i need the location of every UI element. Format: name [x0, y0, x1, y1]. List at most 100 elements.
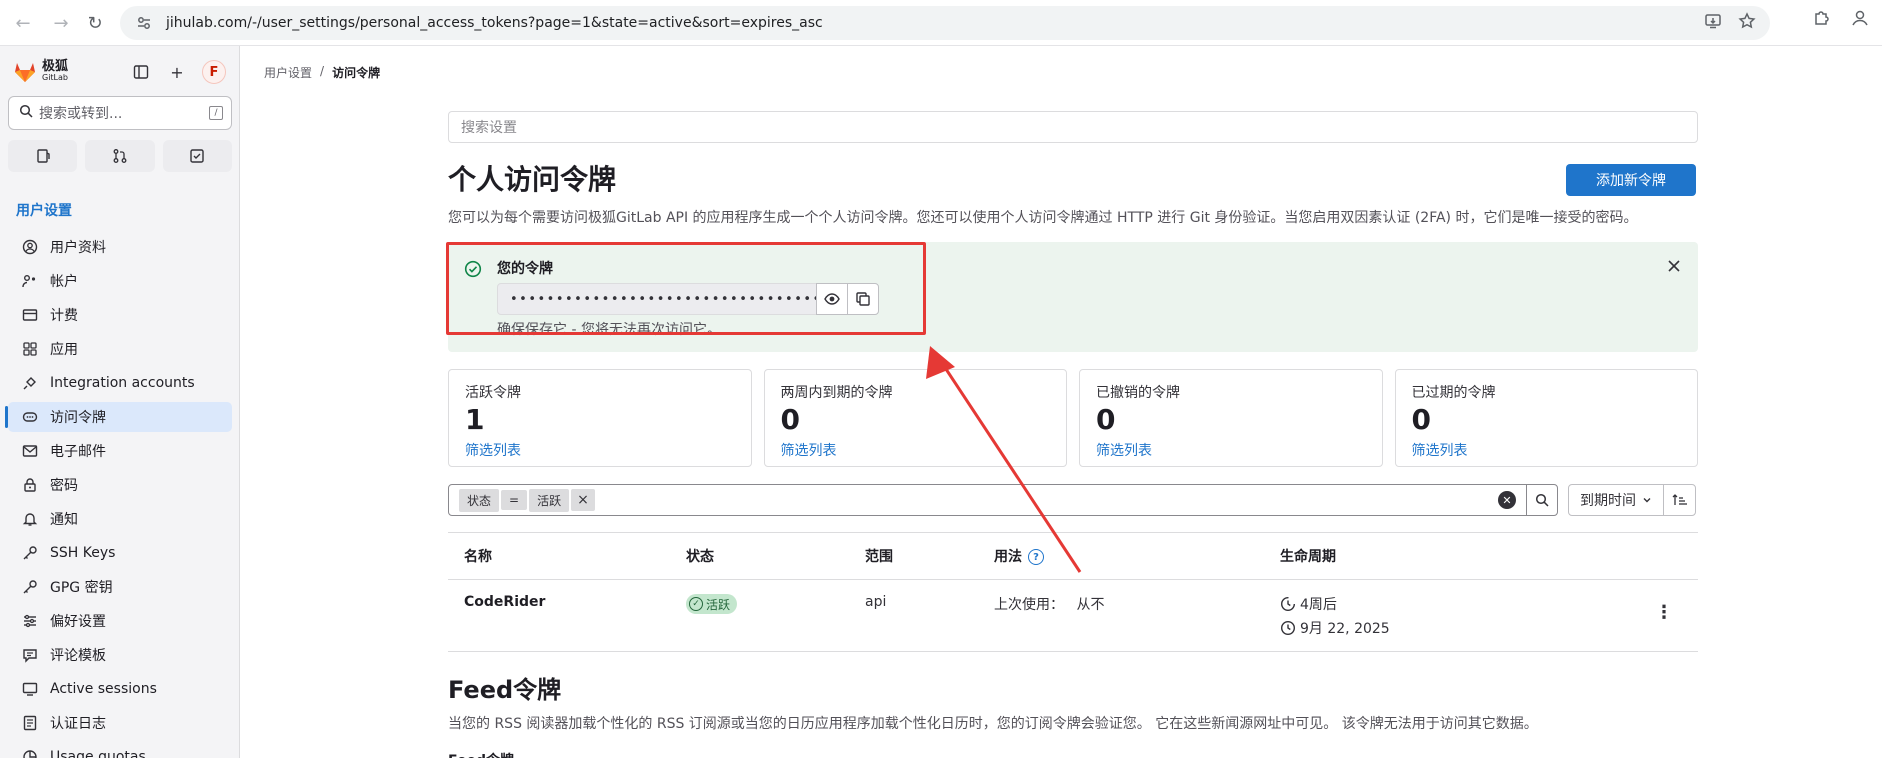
sidebar-item-label: 通知 — [50, 512, 78, 528]
sidebar-item-13[interactable]: Active sessions — [8, 674, 232, 704]
sort-direction-button[interactable] — [1663, 484, 1696, 516]
column-header-lifetime: 生命周期 — [1280, 549, 1336, 565]
sort-field-dropdown[interactable]: 到期时间 — [1568, 484, 1664, 516]
card-icon — [20, 305, 40, 325]
brand-name-cn: 极狐 — [42, 59, 69, 74]
sidebar-item-14[interactable]: 认证日志 — [8, 708, 232, 738]
log-icon — [20, 713, 40, 733]
filter-list-link[interactable]: 筛选列表 — [781, 440, 1051, 460]
row-actions-kebab-icon[interactable]: ⋮ — [1654, 600, 1674, 624]
bookmark-star-icon[interactable] — [1738, 12, 1756, 34]
profile-icon[interactable] — [1850, 8, 1870, 32]
sidebar-item-7[interactable]: 密码 — [8, 470, 232, 500]
sidebar-item-0[interactable]: 用户资料 — [8, 232, 232, 262]
stat-value: 0 — [1096, 403, 1116, 436]
token-stats-row: 活跃令牌 1 筛选列表 两周内到期的令牌 0 筛选列表 已撤销的令牌 0 筛选列表 已过期的令牌 0… — [448, 369, 1698, 467]
sidebar-item-12[interactable]: 评论模板 — [8, 640, 232, 670]
create-new-plus-icon[interactable]: + — [166, 61, 188, 83]
sidebar-item-15[interactable]: Usage quotas — [8, 742, 232, 758]
extensions-icon[interactable] — [1812, 8, 1832, 32]
sidebar-item-10[interactable]: GPG 密钥 — [8, 572, 232, 602]
hourglass-clock-icon — [1280, 596, 1296, 612]
sidebar-item-label: 帐户 — [50, 274, 78, 290]
sidebar-search-button[interactable]: 搜索或转到... / — [8, 96, 232, 130]
token-scope: api — [865, 594, 887, 610]
remove-filter-close-icon[interactable]: × — [571, 489, 595, 511]
token-expiry-date: 9月 22, 2025 — [1280, 618, 1390, 638]
sidebar-item-2[interactable]: 计费 — [8, 300, 232, 330]
stat-card: 已过期的令牌 0 筛选列表 — [1394, 369, 1698, 467]
breadcrumb: 用户设置 / 访问令牌 — [264, 64, 380, 81]
comment-icon — [20, 645, 40, 665]
gitlab-fox-logo-icon[interactable] — [12, 59, 38, 85]
table-header-row: 名称 状态 范围 用法? 生命周期 — [448, 532, 1698, 580]
sidebar-item-4[interactable]: Integration accounts — [8, 368, 232, 398]
sidebar-section-title: 用户设置 — [16, 203, 72, 219]
page-title: 个人访问令牌 — [448, 163, 617, 196]
user-circle-icon — [20, 237, 40, 257]
lock-icon — [20, 475, 40, 495]
page-description: 您可以为每个需要访问极狐GitLab API 的应用程序生成一个个人访问令牌。您… — [448, 210, 1638, 226]
filter-token-key: 状态 — [459, 488, 500, 512]
stat-label: 已过期的令牌 — [1411, 385, 1496, 401]
breadcrumb-current[interactable]: 访问令牌 — [332, 64, 380, 81]
sidebar-item-label: 访问令牌 — [50, 410, 106, 426]
todo-list-button[interactable] — [162, 140, 232, 172]
sidebar-item-1[interactable]: 帐户 — [8, 266, 232, 296]
search-icon — [19, 104, 33, 122]
sidebar-toggle-icon[interactable] — [130, 61, 152, 83]
sidebar-item-label: Usage quotas — [50, 749, 146, 758]
close-icon[interactable] — [1664, 256, 1684, 276]
sidebar: 极狐 GitLab + F 搜索或转到... / 用户设置 用户资料帐户计费应用… — [0, 46, 240, 758]
key-icon — [20, 543, 40, 563]
bell-icon — [20, 509, 40, 529]
reload-icon[interactable]: ↻ — [80, 8, 110, 38]
merge-requests-button[interactable] — [85, 140, 155, 172]
user-avatar[interactable]: F — [202, 60, 226, 84]
filtered-search-bar[interactable]: 状态 = 活跃 × ✕ — [448, 484, 1527, 516]
token-usage-label: 上次使用： — [994, 597, 1064, 613]
stat-card: 活跃令牌 1 筛选列表 — [448, 369, 752, 467]
stat-value: 0 — [1411, 403, 1431, 436]
clear-filter-icon[interactable]: ✕ — [1498, 491, 1516, 509]
sliders-icon — [20, 611, 40, 631]
settings-search-input[interactable]: 搜索设置 — [448, 111, 1698, 143]
table-row: CodeRider ✓ 活跃 api 上次使用： 从不 4周后 9月 22, 2… — [448, 580, 1698, 652]
back-icon[interactable]: ← — [8, 8, 38, 38]
sidebar-search-placeholder: 搜索或转到... — [39, 106, 123, 122]
question-help-icon[interactable]: ? — [1028, 549, 1044, 565]
brand-name-en: GitLab — [42, 73, 68, 82]
add-new-token-button[interactable]: 添加新令牌 — [1566, 164, 1696, 196]
stat-label: 两周内到期的令牌 — [780, 385, 893, 401]
breadcrumb-parent[interactable]: 用户设置 — [264, 64, 312, 81]
site-info-icon[interactable] — [134, 13, 154, 33]
column-header-scope: 范围 — [865, 549, 893, 565]
sidebar-item-label: 认证日志 — [50, 716, 106, 732]
address-bar[interactable]: jihulab.com/-/user_settings/personal_acc… — [120, 6, 1770, 40]
assigned-issues-button[interactable] — [8, 140, 78, 172]
filter-list-link[interactable]: 筛选列表 — [1412, 440, 1682, 460]
sidebar-item-9[interactable]: SSH Keys — [8, 538, 232, 568]
annotation-highlight-box — [446, 242, 926, 335]
token-expiry-relative: 4周后 — [1280, 594, 1337, 614]
sidebar-item-label: 密码 — [50, 478, 78, 494]
column-header-usage-label: 用法 — [994, 549, 1022, 565]
sidebar-item-5[interactable]: 访问令牌 — [5, 402, 232, 432]
filter-list-link[interactable]: 筛选列表 — [1096, 440, 1366, 460]
install-app-icon[interactable] — [1704, 12, 1722, 34]
stat-label: 活跃令牌 — [465, 385, 521, 401]
sidebar-item-label: 电子邮件 — [50, 444, 106, 460]
filter-search-button[interactable] — [1526, 484, 1558, 516]
sidebar-item-3[interactable]: 应用 — [8, 334, 232, 364]
sidebar-item-6[interactable]: 电子邮件 — [8, 436, 232, 466]
key-icon — [20, 577, 40, 597]
sidebar-item-label: Active sessions — [50, 681, 157, 697]
token-usage-value: 从不 — [1076, 597, 1105, 613]
sidebar-item-8[interactable]: 通知 — [8, 504, 232, 534]
url-text: jihulab.com/-/user_settings/personal_acc… — [166, 15, 823, 31]
sidebar-item-11[interactable]: 偏好设置 — [8, 606, 232, 636]
stat-value: 0 — [780, 403, 800, 436]
filter-token-chip[interactable]: 状态 = 活跃 × — [459, 488, 597, 512]
forward-icon[interactable]: → — [46, 8, 76, 38]
filter-list-link[interactable]: 筛选列表 — [465, 440, 735, 460]
